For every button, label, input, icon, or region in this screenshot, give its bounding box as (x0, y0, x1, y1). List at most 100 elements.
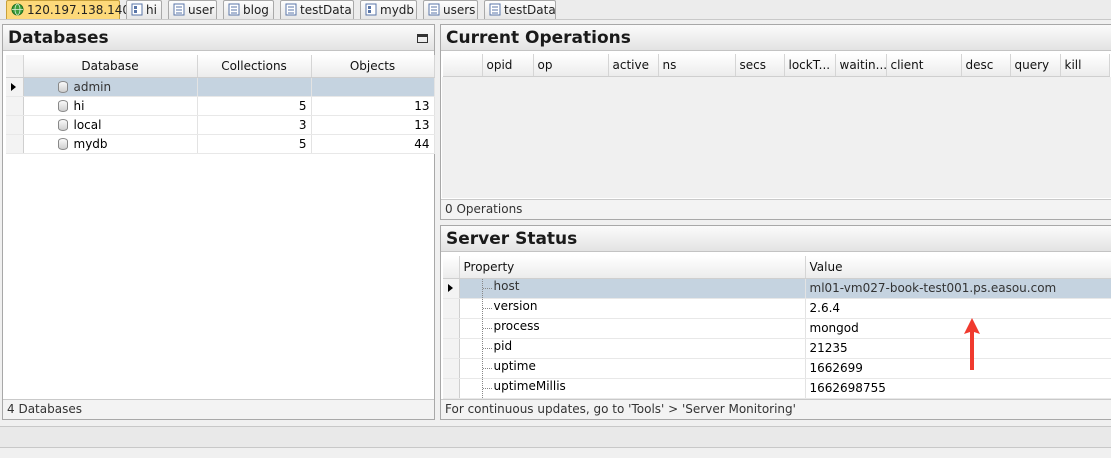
table-row[interactable]: admin (6, 77, 435, 97)
current-row-arrow-icon (448, 283, 453, 292)
database-name: mydb (73, 136, 108, 151)
tab-blog[interactable]: blog (223, 0, 274, 19)
row-header (443, 338, 460, 359)
column-header-desc[interactable]: desc (961, 54, 1011, 77)
property-name: uptimeMillis (493, 378, 566, 393)
property-name: pid (493, 338, 513, 353)
objects-count (311, 77, 435, 97)
databases-count-label: 4 Databases (3, 399, 434, 419)
collections-count (197, 77, 312, 97)
table-row[interactable]: process mongod (443, 318, 1111, 339)
column-header-op[interactable]: op (533, 54, 609, 77)
tab-testdata[interactable]: testData (280, 0, 354, 19)
tab-mydb[interactable]: mydb (360, 0, 417, 19)
tree-connector-icon (481, 278, 494, 297)
row-header (6, 134, 24, 154)
tab-label: testData (300, 3, 352, 17)
document-icon (173, 3, 185, 20)
table-row[interactable]: host ml01-vm027-book-test001.ps.easou.co… (443, 278, 1111, 299)
maximize-icon[interactable] (417, 34, 428, 43)
tab-bar: 120.197.138.140 hi user blog testData my… (0, 0, 1111, 20)
operations-title: Current Operations (441, 25, 1111, 51)
collections-count: 5 (197, 96, 312, 116)
tree-connector-icon (481, 338, 494, 357)
document-icon (228, 3, 240, 20)
row-header (443, 318, 460, 339)
objects-count: 13 (311, 96, 435, 116)
server-monitoring-hint: For continuous updates, go to 'Tools' > … (441, 399, 1111, 419)
server-status-grid: Property Value host ml01-vm027-book-test… (443, 256, 1111, 399)
tree-connector-icon (481, 378, 494, 397)
database-icon (57, 118, 68, 131)
tree-connector-icon (481, 358, 494, 377)
property-value: ml01-vm027-book-test001.ps.easou.com (805, 278, 1111, 299)
tab-label: users (443, 3, 476, 17)
tab-label: 120.197.138.140 (27, 3, 131, 17)
tab-hi[interactable]: hi (126, 0, 162, 19)
status-bar (0, 426, 1111, 448)
property-value: 21235 (805, 338, 1111, 359)
property-name: process (493, 318, 540, 333)
table-row[interactable]: uptimeMillis 1662698755 (443, 378, 1111, 399)
property-value: 2.6.4 (805, 298, 1111, 319)
collection-icon (131, 3, 143, 20)
column-header-lock-type[interactable]: lockT... (784, 54, 836, 77)
table-row[interactable]: version 2.6.4 (443, 298, 1111, 319)
property-value: 1662699 (805, 358, 1111, 379)
table-row[interactable]: pid 21235 (443, 338, 1111, 359)
column-header-database[interactable]: Database (23, 55, 198, 78)
row-header (443, 278, 460, 299)
column-header-query[interactable]: query (1010, 54, 1061, 77)
tab-label: mydb (380, 3, 415, 17)
column-header-secs[interactable]: secs (735, 54, 785, 77)
table-row[interactable]: hi 5 13 (6, 96, 435, 116)
property-name: version (493, 298, 538, 313)
row-header (6, 115, 24, 135)
database-icon (57, 137, 68, 150)
tree-connector-icon (481, 298, 494, 317)
tab-user[interactable]: user (168, 0, 217, 19)
server-icon (11, 3, 24, 20)
column-header-active[interactable]: active (608, 54, 659, 77)
tab-label: blog (243, 3, 269, 17)
table-row[interactable]: uptime 1662699 (443, 358, 1111, 379)
tab-server[interactable]: 120.197.138.140 (6, 0, 130, 20)
server-status-title: Server Status (441, 226, 1111, 252)
document-icon (285, 3, 297, 20)
column-header-waiting[interactable]: waitin... (835, 54, 887, 77)
column-header-client[interactable]: client (886, 54, 962, 77)
table-row[interactable]: local 3 13 (6, 115, 435, 135)
databases-grid: Database Collections Objects admin hi 5 … (6, 55, 435, 154)
collection-icon (365, 3, 377, 20)
document-icon (489, 3, 501, 20)
column-header-opid[interactable]: opid (482, 54, 534, 77)
column-header-value[interactable]: Value (805, 256, 1111, 279)
objects-count: 44 (311, 134, 435, 154)
current-row-arrow-icon (11, 82, 16, 91)
collections-count: 5 (197, 134, 312, 154)
tab-testdata-2[interactable]: testData (484, 0, 556, 19)
database-name: hi (73, 98, 85, 113)
row-header (443, 378, 460, 399)
tree-connector-icon (481, 318, 494, 337)
server-status-panel: Server Status Property Value host ml01-v… (440, 225, 1111, 420)
database-name: local (73, 117, 102, 132)
operations-panel: Current Operations opid op active ns sec… (440, 24, 1111, 220)
tab-users[interactable]: users (423, 0, 478, 19)
database-name: admin (73, 79, 112, 94)
column-header-objects[interactable]: Objects (311, 55, 435, 78)
operations-grid: opid op active ns secs lockT... waitin..… (443, 54, 1110, 77)
column-header-kill[interactable]: kill (1060, 54, 1110, 77)
database-icon (57, 99, 68, 112)
objects-count: 13 (311, 115, 435, 135)
row-header (6, 77, 24, 97)
column-header-ns[interactable]: ns (658, 54, 736, 77)
column-header-collections[interactable]: Collections (197, 55, 312, 78)
property-value: 1662698755 (805, 378, 1111, 399)
column-header-property[interactable]: Property (459, 256, 806, 279)
table-row[interactable]: mydb 5 44 (6, 134, 435, 154)
tab-label: user (188, 3, 215, 17)
property-name: uptime (493, 358, 536, 373)
operations-count-label: 0 Operations (441, 199, 1111, 219)
document-icon (428, 3, 440, 20)
